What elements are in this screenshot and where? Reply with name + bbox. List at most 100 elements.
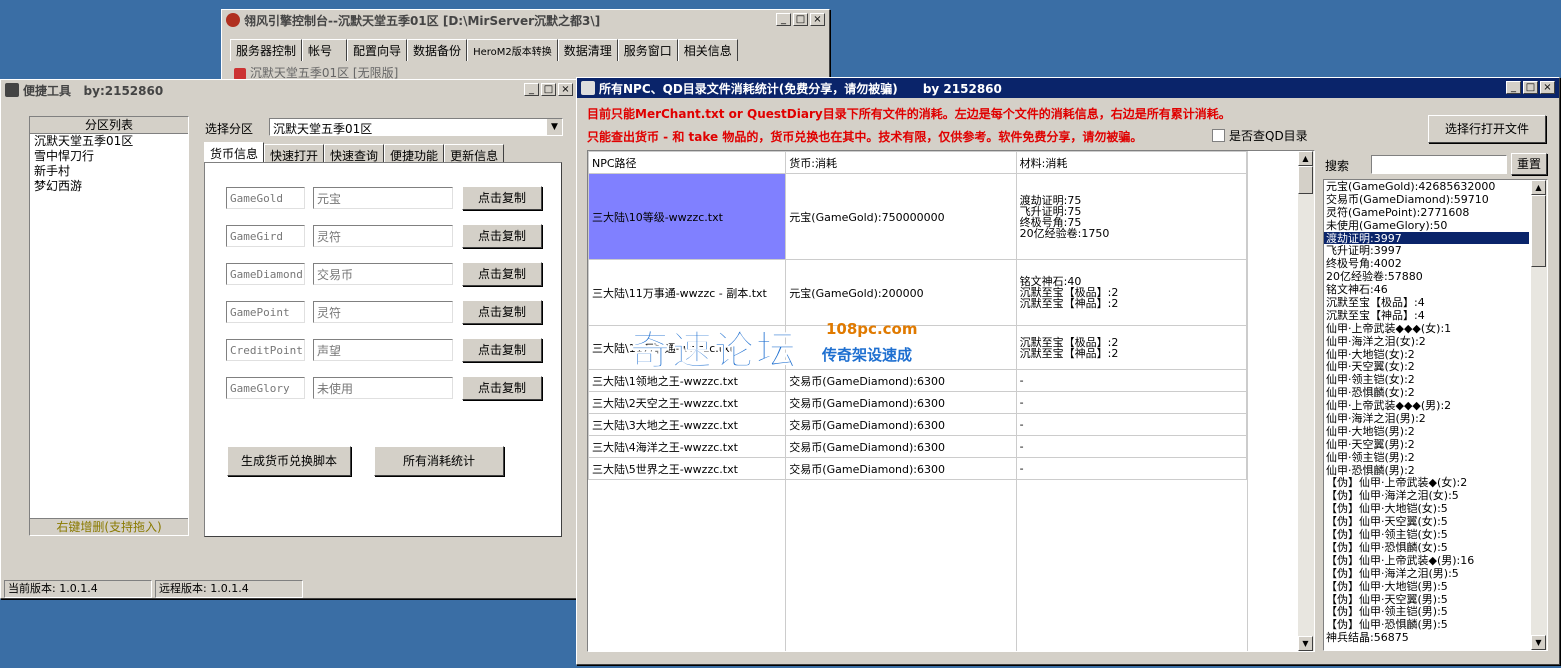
- total-item[interactable]: 【伪】仙甲·大地铠(女):5: [1324, 502, 1529, 515]
- materials-cell[interactable]: -: [1015, 391, 1248, 414]
- zone-item[interactable]: 梦幻西游: [30, 179, 188, 194]
- total-item[interactable]: 元宝(GameGold):42685632000: [1324, 180, 1529, 193]
- materials-cell[interactable]: 铭文神石:40 沉默至宝【极品】:2 沉默至宝【神品】:2: [1015, 259, 1248, 326]
- checkbox-box[interactable]: [1212, 129, 1225, 142]
- total-item[interactable]: 仙甲·海洋之泪(男):2: [1324, 412, 1529, 425]
- total-item[interactable]: 【伪】仙甲·海洋之泪(男):5: [1324, 567, 1529, 580]
- npc-path-cell[interactable]: 三大陆\5世界之王-wwzzc.txt: [588, 457, 787, 480]
- total-item[interactable]: 仙甲·上帝武装◆◆◆(男):2: [1324, 399, 1529, 412]
- minimize-icon[interactable]: _: [776, 13, 791, 26]
- total-item[interactable]: 20亿经验卷:57880: [1324, 270, 1529, 283]
- stats-titlebar[interactable]: 所有NPC、QD目录文件消耗统计(免费分享，请勿被骗) by 2152860 _…: [577, 78, 1559, 98]
- currency-cell[interactable]: 交易币(GameDiamond):6300: [785, 391, 1017, 414]
- total-item[interactable]: 仙甲·领主铠(男):2: [1324, 451, 1529, 464]
- total-item[interactable]: 交易币(GameDiamond):59710: [1324, 193, 1529, 206]
- total-item[interactable]: 【伪】仙甲·恐惧麟(男):5: [1324, 618, 1529, 631]
- npc-path-cell[interactable]: 三大陆\10等级-wwzzc.txt: [588, 173, 787, 260]
- copy-button[interactable]: 点击复制: [462, 186, 542, 210]
- currency-name-field[interactable]: 元宝: [313, 187, 453, 209]
- all-consumption-stats-button[interactable]: 所有消耗统计: [374, 446, 504, 476]
- currency-cell[interactable]: 交易币(GameDiamond):6300: [785, 413, 1017, 436]
- total-item[interactable]: 【伪】仙甲·领主铠(男):5: [1324, 605, 1529, 618]
- materials-cell[interactable]: 沉默至宝【极品】:2 沉默至宝【神品】:2: [1015, 325, 1248, 370]
- materials-cell[interactable]: -: [1015, 369, 1248, 392]
- scroll-thumb[interactable]: [1298, 166, 1313, 194]
- close-icon[interactable]: ×: [558, 83, 573, 96]
- scroll-up-icon[interactable]: ▲: [1531, 180, 1546, 195]
- total-item[interactable]: 未使用(GameGlory):50: [1324, 219, 1529, 232]
- total-item[interactable]: 【伪】仙甲·恐惧麟(女):5: [1324, 541, 1529, 554]
- total-item[interactable]: 【伪】仙甲·大地铠(男):5: [1324, 580, 1529, 593]
- scroll-down-icon[interactable]: ▼: [1298, 636, 1313, 651]
- generate-exchange-script-button[interactable]: 生成货币兑换脚本: [227, 446, 351, 476]
- column-header-materials[interactable]: 材料:消耗: [1015, 151, 1248, 174]
- tab-data-cleanup[interactable]: 数据清理: [557, 39, 618, 61]
- currency-key-field[interactable]: GameGird: [226, 225, 305, 247]
- currency-name-field[interactable]: 灵符: [313, 225, 453, 247]
- total-item[interactable]: 【伪】仙甲·领主铠(女):5: [1324, 528, 1529, 541]
- minimize-icon[interactable]: _: [524, 83, 539, 96]
- total-item[interactable]: 沉默至宝【极品】:4: [1324, 296, 1529, 309]
- table-row[interactable]: 三大陆\11万事通-wwzzc - 副本.txt 元宝(GameGold):200…: [588, 259, 1248, 326]
- materials-cell[interactable]: -: [1015, 457, 1248, 480]
- currency-cell[interactable]: 元宝(GameGold):200000: [785, 259, 1017, 326]
- copy-button[interactable]: 点击复制: [462, 224, 542, 248]
- grid-vertical-scrollbar[interactable]: ▲ ▼: [1298, 151, 1314, 651]
- total-item[interactable]: 仙甲·上帝武装◆◆◆(女):1: [1324, 322, 1529, 335]
- total-item[interactable]: 神兵结晶:56875: [1324, 631, 1529, 644]
- total-item[interactable]: 灵符(GamePoint):2771608: [1324, 206, 1529, 219]
- search-input[interactable]: [1371, 155, 1507, 174]
- zone-item[interactable]: 新手村: [30, 164, 188, 179]
- currency-name-field[interactable]: 声望: [313, 339, 453, 361]
- close-icon[interactable]: ×: [810, 13, 825, 26]
- currency-name-field[interactable]: 交易币: [313, 263, 453, 285]
- tab-server-control[interactable]: 服务器控制: [230, 39, 303, 61]
- open-selected-file-button[interactable]: 选择行打开文件: [1428, 115, 1546, 143]
- scroll-up-icon[interactable]: ▲: [1298, 151, 1313, 166]
- total-item[interactable]: 仙甲·大地铠(女):2: [1324, 348, 1529, 361]
- table-row[interactable]: 三大陆\5世界之王-wwzzc.txt 交易币(GameDiamond):6300…: [588, 457, 1248, 480]
- total-item[interactable]: 铭文神石:46: [1324, 283, 1529, 296]
- tab-about[interactable]: 相关信息: [677, 39, 738, 61]
- column-header-npc-path[interactable]: NPC路径: [588, 151, 787, 174]
- maximize-icon[interactable]: □: [541, 83, 556, 96]
- total-item[interactable]: 【伪】仙甲·上帝武装◆(女):2: [1324, 476, 1529, 490]
- currency-name-field[interactable]: 灵符: [313, 301, 453, 323]
- total-item[interactable]: 仙甲·海洋之泪(女):2: [1324, 335, 1529, 348]
- total-item[interactable]: 仙甲·恐惧麟(女):2: [1324, 386, 1529, 399]
- npc-path-cell[interactable]: 三大陆\4海洋之王-wwzzc.txt: [588, 435, 787, 458]
- total-item[interactable]: 沉默至宝【神品】:4: [1324, 309, 1529, 322]
- maximize-icon[interactable]: □: [793, 13, 808, 26]
- tools-titlebar[interactable]: 便捷工具 by:2152860 _ □ ×: [1, 80, 577, 100]
- tab-service-window[interactable]: 服务窗口: [617, 39, 678, 61]
- total-item[interactable]: 仙甲·恐惧麟(男):2: [1324, 464, 1529, 477]
- total-item[interactable]: 终极号角:4002: [1324, 257, 1529, 270]
- currency-key-field[interactable]: GameDiamond: [226, 263, 305, 285]
- console-titlebar[interactable]: 翎风引擎控制台--沉默天堂五季01区 [D:\MirServer沉默之都3\] …: [222, 10, 829, 30]
- total-item[interactable]: 仙甲·大地铠(男):2: [1324, 425, 1529, 438]
- materials-cell[interactable]: -: [1015, 435, 1248, 458]
- total-item[interactable]: 仙甲·天空翼(女):2: [1324, 360, 1529, 374]
- currency-cell[interactable]: 元宝(GameGold):750000000: [785, 173, 1017, 260]
- npc-path-cell[interactable]: 三大陆\2天空之王-wwzzc.txt: [588, 391, 787, 414]
- column-header-currency[interactable]: 货币:消耗: [785, 151, 1017, 174]
- total-item[interactable]: 【伪】仙甲·海洋之泪(女):5: [1324, 489, 1529, 502]
- maximize-icon[interactable]: □: [1523, 81, 1538, 94]
- total-item[interactable]: 仙甲·天空翼(男):2: [1324, 438, 1529, 451]
- total-item[interactable]: 仙甲·领主铠(女):2: [1324, 373, 1529, 386]
- tab-config-wizard[interactable]: 配置向导: [347, 39, 408, 61]
- materials-cell[interactable]: -: [1015, 413, 1248, 436]
- close-icon[interactable]: ×: [1540, 81, 1555, 94]
- currency-key-field[interactable]: GameGold: [226, 187, 305, 209]
- scroll-down-icon[interactable]: ▼: [1531, 635, 1546, 650]
- total-item[interactable]: 【伪】仙甲·上帝武装◆(男):16: [1324, 554, 1529, 567]
- materials-cell[interactable]: 渡劫证明:75 飞升证明:75 终极号角:75 20亿经验卷:1750: [1015, 173, 1248, 260]
- tab-account[interactable]: 帐号: [302, 39, 348, 61]
- total-item[interactable]: 飞升证明:3997: [1324, 244, 1529, 258]
- chevron-down-icon[interactable]: ▼: [547, 119, 562, 135]
- currency-cell[interactable]: 交易币(GameDiamond):6300: [785, 435, 1017, 458]
- zone-item[interactable]: 沉默天堂五季01区: [30, 134, 188, 149]
- copy-button[interactable]: 点击复制: [462, 262, 542, 286]
- currency-cell[interactable]: 交易币(GameDiamond):6300: [785, 369, 1017, 392]
- qd-checkbox[interactable]: 是否查QD目录: [1212, 127, 1308, 144]
